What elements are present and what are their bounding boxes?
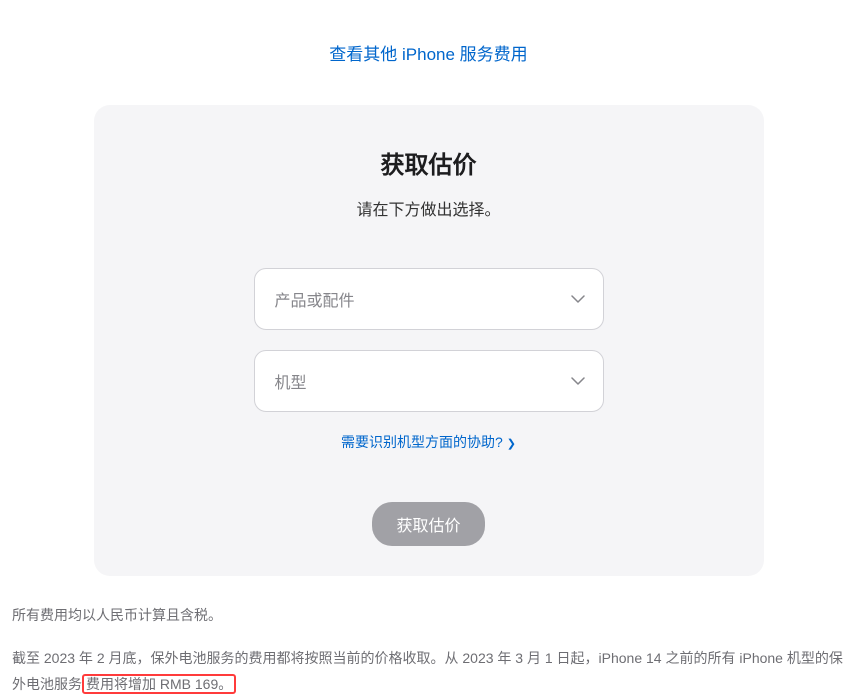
estimate-card: 获取估价 请在下方做出选择。 产品或配件 机型 需要识别机型方面的协助?❯ 获取…: [94, 105, 764, 576]
identify-model-help-link[interactable]: 需要识别机型方面的协助?❯: [341, 434, 516, 450]
chevron-down-icon: [571, 290, 585, 308]
footer-notes: 所有费用均以人民币计算且含税。 截至 2023 年 2 月底，保外电池服务的费用…: [12, 576, 845, 697]
product-select[interactable]: 产品或配件: [254, 268, 604, 330]
estimate-title: 获取估价: [144, 145, 714, 180]
highlighted-price-increase: 费用将增加 RMB 169。: [82, 674, 236, 694]
help-link-container: 需要识别机型方面的协助?❯: [144, 432, 714, 452]
product-select-label: 产品或配件: [275, 293, 355, 310]
chevron-right-icon: ❯: [507, 438, 516, 450]
get-estimate-button[interactable]: 获取估价: [372, 502, 484, 546]
estimate-subtitle: 请在下方做出选择。: [144, 196, 714, 220]
view-other-services-link[interactable]: 查看其他 iPhone 服务费用: [329, 45, 527, 64]
currency-note: 所有费用均以人民币计算且含税。: [12, 604, 845, 626]
model-select[interactable]: 机型: [254, 350, 604, 412]
view-other-link-container: 查看其他 iPhone 服务费用: [12, 40, 845, 65]
price-change-note: 截至 2023 年 2 月底，保外电池服务的费用都将按照当前的价格收取。从 20…: [12, 646, 845, 696]
model-select-label: 机型: [275, 375, 307, 392]
chevron-down-icon: [571, 372, 585, 390]
